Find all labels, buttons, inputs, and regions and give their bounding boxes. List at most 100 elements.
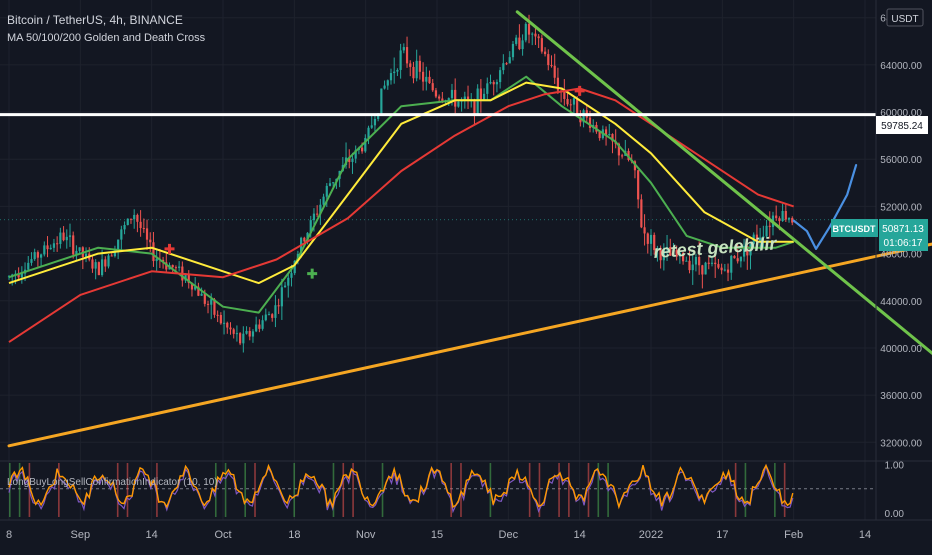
candle-body [94, 262, 97, 269]
candle-body [486, 83, 489, 94]
candle-body [710, 262, 714, 264]
osc-signal-bar [126, 463, 129, 517]
candle-body [775, 215, 778, 219]
candle-body [46, 245, 49, 250]
candle-body [380, 88, 383, 114]
candle-body [206, 303, 210, 305]
candle-body [527, 23, 531, 35]
candle-body [736, 258, 739, 262]
candle-body [222, 322, 226, 324]
candle-body [287, 277, 290, 286]
indicator-legend[interactable]: MA 50/100/200 Golden and Death Cross [7, 32, 206, 44]
candle-body [97, 262, 100, 276]
currency-label: USDT [891, 14, 918, 25]
osc-signal-bar [744, 463, 747, 517]
candle-body [129, 218, 133, 220]
time-tick-label: Oct [214, 529, 231, 541]
candle-body [68, 235, 72, 237]
candle-body [450, 89, 454, 99]
candle-body [489, 82, 492, 84]
candle-body [174, 267, 178, 269]
candle-body [332, 182, 335, 184]
candle-body [52, 243, 56, 248]
candle-body [386, 80, 389, 86]
candle-body [107, 255, 110, 267]
osc-signal-bar [460, 463, 462, 517]
candle-body [521, 40, 524, 50]
last-price: 50871.13 [882, 224, 924, 235]
osc-signal-bar [254, 463, 256, 517]
candle-body [312, 213, 316, 221]
time-tick-label: 15 [431, 529, 443, 541]
candle-body [717, 264, 720, 268]
price-tick-label: 44000.00 [880, 297, 922, 308]
candle-body [418, 60, 421, 72]
chart-title: Bitcoin / TetherUS, 4h, BINANCE [7, 13, 183, 27]
candle-body [370, 125, 373, 128]
candle-body [264, 314, 267, 321]
candle-body [421, 71, 425, 82]
candle-body [49, 247, 52, 250]
candle-body [495, 82, 499, 85]
candle-body [547, 54, 550, 66]
price-tick-label: 36000.00 [880, 391, 922, 402]
candle-body [261, 320, 264, 329]
candle-body [229, 327, 232, 330]
candle-body [383, 85, 386, 89]
currency-badge[interactable]: USDT [886, 8, 924, 27]
candle-body [149, 239, 152, 243]
candle-body [351, 158, 354, 162]
candle-body [784, 210, 787, 220]
candle-body [637, 170, 640, 200]
price-chart[interactable]: 1.00 0.00 32000.00 36000.00 40000.00 44000.0… [0, 0, 932, 550]
candle-body [139, 221, 142, 229]
candle-body [691, 264, 694, 271]
candle-body [646, 233, 649, 244]
candle-body [508, 57, 511, 64]
candle-body [104, 259, 107, 267]
candle-body [473, 100, 476, 116]
candle-body [739, 256, 742, 262]
candle-body [43, 245, 46, 255]
candle-body [563, 92, 566, 99]
candle-body [110, 255, 113, 257]
candle-body [267, 314, 271, 316]
osc-signal-bar [342, 463, 345, 517]
candle-body [425, 76, 428, 82]
candle-body [373, 118, 377, 126]
price-tick-label: 48000.00 [880, 250, 922, 261]
candle-body [322, 196, 325, 205]
candle-body [255, 324, 258, 332]
price-tick-label: 56000.00 [880, 155, 922, 166]
time-tick-label: 8 [6, 529, 12, 541]
candle-body [200, 293, 203, 296]
price-tick-label: 32000.00 [880, 438, 922, 449]
candle-body [62, 232, 65, 241]
level-price-tag: 59785.24 [876, 116, 928, 134]
candle-body [540, 38, 543, 52]
candle-body [396, 69, 399, 72]
candle-body [389, 73, 393, 81]
candle-body [720, 267, 723, 271]
candle-body [643, 227, 646, 234]
candle-body [492, 82, 495, 85]
time-tick-label: 17 [716, 529, 728, 541]
candle-body [36, 252, 39, 258]
candle-body [781, 210, 784, 222]
candle-body [572, 98, 576, 105]
candle-body [621, 155, 624, 157]
candle-body [640, 199, 643, 228]
candle-body [701, 265, 704, 275]
oscillator-label[interactable]: LongBuyLongSellConfirmationIndicator (10… [7, 477, 218, 488]
candle-body [428, 76, 431, 84]
candle-body [145, 228, 149, 240]
osc-tick-label: 0.00 [885, 509, 905, 520]
candle-body [258, 324, 261, 329]
candle-body [210, 299, 213, 305]
candle-body [393, 71, 396, 74]
candle-body [415, 60, 418, 79]
candle-body [505, 63, 508, 65]
time-tick-label: 14 [146, 529, 158, 541]
candle-body [511, 43, 515, 58]
candle-body [30, 259, 33, 263]
